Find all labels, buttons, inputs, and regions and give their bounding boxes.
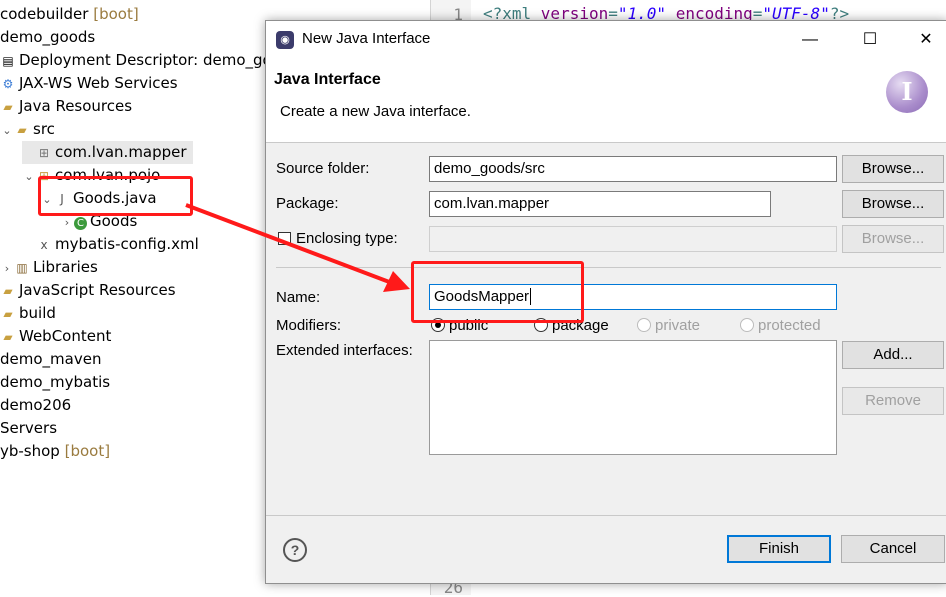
arrow-line [185,203,393,285]
annotation-arrow [185,203,410,292]
